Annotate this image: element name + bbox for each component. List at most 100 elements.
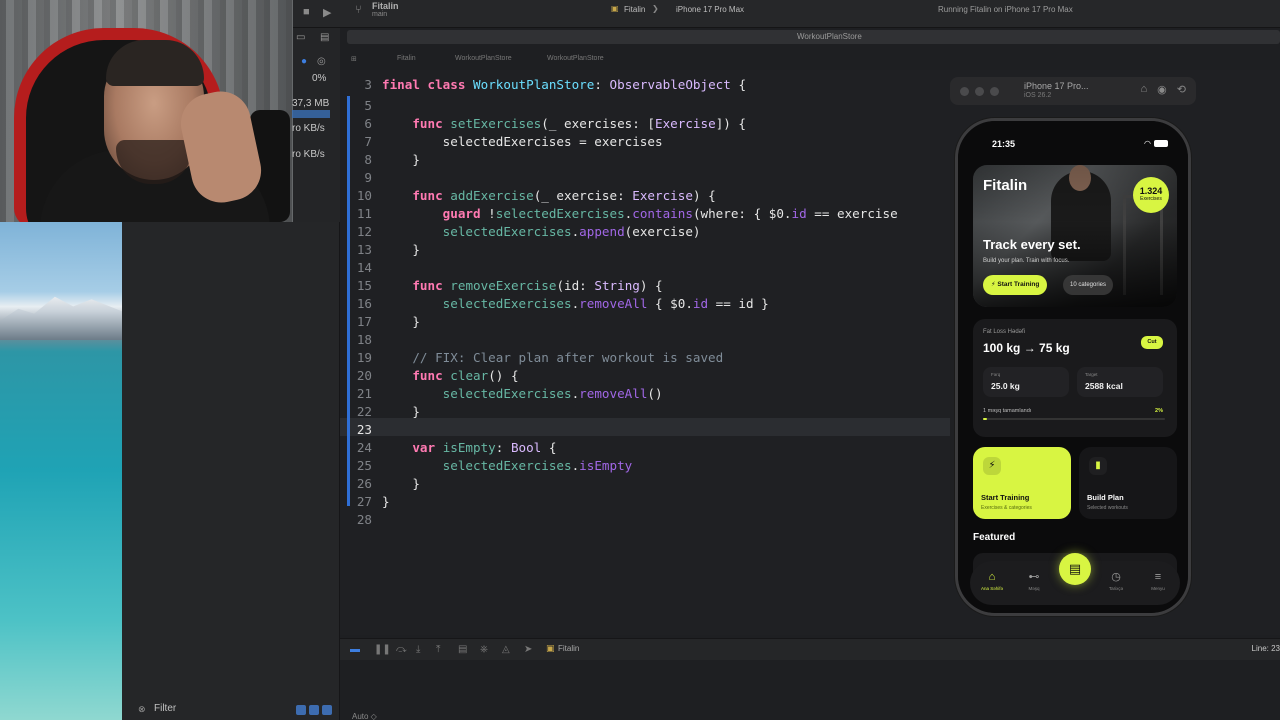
- run-icon[interactable]: ▶: [323, 6, 331, 19]
- scheme-selector[interactable]: Fitalin: [624, 5, 645, 14]
- code-token: {: [730, 77, 747, 92]
- auto-scope-selector[interactable]: Auto ◇: [352, 712, 377, 720]
- breadcrumb-symbol[interactable]: WorkoutPlanStore: [547, 55, 604, 62]
- inspector-icon[interactable]: ▤: [320, 32, 329, 43]
- line-number[interactable]: 13: [340, 241, 382, 259]
- line-number[interactable]: 22: [340, 403, 382, 421]
- toggle-console-icon[interactable]: ▬: [350, 644, 360, 655]
- line-number[interactable]: 10: [340, 187, 382, 205]
- line-number[interactable]: 5: [340, 97, 382, 115]
- breadcrumb-file[interactable]: WorkoutPlanStore: [455, 55, 512, 62]
- stop-icon[interactable]: ■: [303, 6, 310, 18]
- line-number[interactable]: 17: [340, 313, 382, 331]
- plan-fab-button[interactable]: ▤: [1059, 553, 1091, 585]
- line-number[interactable]: 15: [340, 277, 382, 295]
- grid-icon[interactable]: ⊞: [351, 55, 357, 63]
- line-number[interactable]: 11: [340, 205, 382, 223]
- memory-bar: [292, 110, 330, 118]
- step-out-icon[interactable]: ⤒: [436, 644, 440, 655]
- tab-workoutplanstore[interactable]: WorkoutPlanStore: [797, 32, 862, 41]
- environment-icon[interactable]: ◬: [502, 644, 510, 655]
- folder-icon[interactable]: ▭: [296, 32, 305, 43]
- line-number[interactable]: 18: [340, 331, 382, 349]
- line-number[interactable]: 8: [340, 151, 382, 169]
- tab-menu[interactable]: ≡ Menyu: [1138, 571, 1178, 591]
- activity-status: Running Fitalin on iPhone 17 Pro Max: [938, 5, 1073, 14]
- line-number[interactable]: 9: [340, 169, 382, 187]
- view-hierarchy-icon[interactable]: ▤: [458, 644, 467, 655]
- line-number[interactable]: 24: [340, 439, 382, 457]
- line-number[interactable]: 7: [340, 133, 382, 151]
- line-number[interactable]: 6: [340, 115, 382, 133]
- clipboard-icon: ▮: [1089, 457, 1107, 475]
- line-number[interactable]: 25: [340, 457, 382, 475]
- step-in-icon[interactable]: ⤓: [416, 644, 420, 655]
- app-brand: Fitalin: [983, 177, 1028, 194]
- code-token: var: [412, 440, 436, 455]
- tab-workout[interactable]: ⊷ Məşq: [1014, 571, 1054, 591]
- line-number[interactable]: 26: [340, 475, 382, 493]
- exercise-count-badge: 1.324 Exercises: [1133, 177, 1169, 213]
- filter-icon: ⊗: [138, 704, 146, 714]
- gauge-icon[interactable]: ◎: [317, 56, 326, 67]
- home-icon: ⌂: [988, 571, 996, 583]
- status-bar-time: 21:35: [992, 139, 1016, 149]
- goal-label: Fat Loss Hədəfi: [983, 329, 1026, 335]
- line-number[interactable]: 20: [340, 367, 382, 385]
- line-number[interactable]: 16: [340, 295, 382, 313]
- target-value: 2588 kcal: [1085, 381, 1123, 391]
- filter-toggles[interactable]: [296, 705, 332, 715]
- code-token: { $0.: [647, 296, 693, 311]
- featured-heading: Featured: [973, 532, 1016, 543]
- line-number[interactable]: 3: [340, 76, 382, 94]
- home-icon[interactable]: ⌂: [1141, 83, 1148, 96]
- breadcrumb-project[interactable]: Fitalin: [397, 55, 416, 62]
- code-token: ]) {: [715, 116, 747, 131]
- network-usage: ro KB/s: [292, 149, 325, 160]
- line-number[interactable]: 23: [340, 421, 382, 439]
- line-number[interactable]: 14: [340, 259, 382, 277]
- pause-icon[interactable]: ❚❚: [374, 644, 391, 655]
- window-controls[interactable]: [960, 87, 999, 96]
- tab-home[interactable]: ⌂ Ana Səhifə: [972, 571, 1012, 591]
- cpu-gauge-icon[interactable]: ●: [301, 56, 307, 67]
- simulator-device-name: iPhone 17 Pro...: [1024, 81, 1089, 91]
- tab-label: Menyu: [1151, 586, 1165, 591]
- code-token: }: [382, 494, 390, 509]
- app-tab-bar: ⌂ Ana Səhifə ⊷ Məşq ▤ ◷ Tarixçə ≡ Menyu: [970, 553, 1180, 605]
- progress-fill: [983, 418, 987, 420]
- tab-history[interactable]: ◷ Tarixçə: [1096, 571, 1136, 591]
- code-token: WorkoutPlanStore: [473, 77, 595, 92]
- line-number[interactable]: 27: [340, 493, 382, 511]
- start-training-tile[interactable]: ⚡ Start Training Exercises & categories: [973, 447, 1071, 519]
- line-number[interactable]: 19: [340, 349, 382, 367]
- project-title[interactable]: Fitalin: [372, 1, 399, 11]
- phone-screen: 21:35 ◠ Fitalin 1.324 Exercises Track ev…: [958, 121, 1188, 613]
- memory-graph-icon[interactable]: ⎈: [480, 644, 488, 655]
- code-token: (_ exercises: [: [541, 116, 656, 131]
- line-number[interactable]: 21: [340, 385, 382, 403]
- line-number[interactable]: 12: [340, 223, 382, 241]
- categories-pill[interactable]: 10 categories: [1063, 275, 1114, 295]
- debug-target: Fitalin: [558, 644, 580, 653]
- line-number[interactable]: 28: [340, 511, 382, 529]
- screenshot-icon[interactable]: ◉: [1157, 83, 1167, 96]
- difference-value: 25.0 kg: [991, 381, 1020, 391]
- run-destination[interactable]: iPhone 17 Pro Max: [676, 5, 744, 14]
- rotate-icon[interactable]: ⟲: [1177, 83, 1186, 96]
- location-icon[interactable]: ➤: [524, 644, 532, 655]
- build-plan-tile[interactable]: ▮ Build Plan Selected workouts: [1079, 447, 1177, 519]
- goal-card[interactable]: Fat Loss Hədəfi 100 kg → 75 kg Cut Fərq …: [973, 319, 1177, 437]
- code-token: ObservableObject: [609, 77, 731, 92]
- difference-stat: Fərq 25.0 kg: [983, 367, 1069, 397]
- target-app-icon: ▣: [546, 643, 555, 653]
- simulator-window-header: iPhone 17 Pro... iOS 26.2 ⌂ ◉ ⟲: [950, 77, 1196, 105]
- code-token: final: [382, 77, 420, 92]
- filter-field[interactable]: Filter: [154, 703, 176, 714]
- start-training-button[interactable]: ⚡ Start Training: [983, 275, 1048, 295]
- hero-title: Track every set.: [983, 237, 1081, 252]
- step-over-icon[interactable]: ⤼: [396, 644, 407, 655]
